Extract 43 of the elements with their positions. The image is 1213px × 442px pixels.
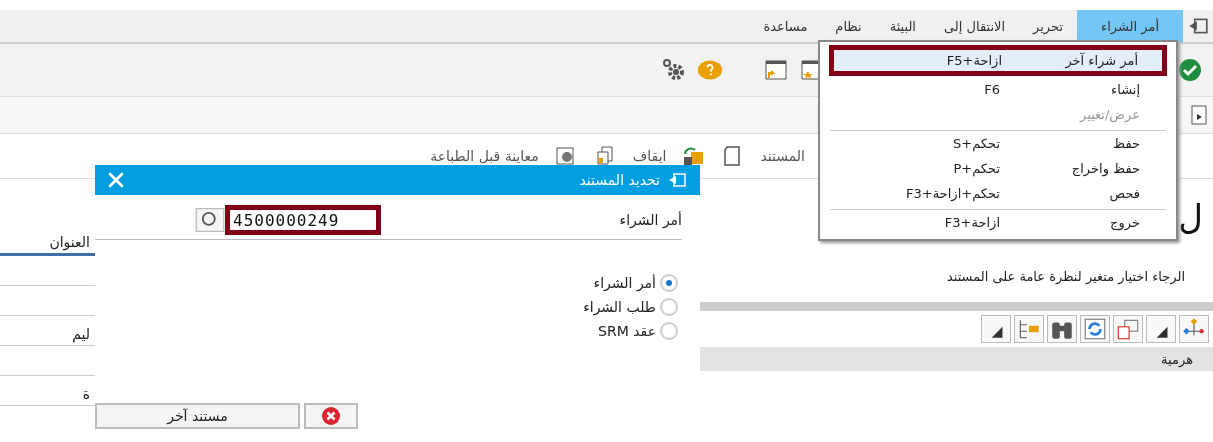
menu-option[interactable]: حفظ واخراج تحكم+P (830, 156, 1166, 181)
refresh-icon[interactable] (1080, 315, 1110, 343)
instruction-text: الرجاء اختيار متغير لنظرة عامة على المستند (946, 269, 1185, 284)
form-label: العنوان (49, 234, 90, 253)
overlap-squares-icon[interactable] (1113, 315, 1143, 343)
menu-item[interactable]: البيئة (875, 10, 930, 42)
hierarchy-icon[interactable] (1179, 315, 1209, 343)
tree-columns-icon[interactable] (1014, 315, 1044, 343)
check-icon[interactable] (1177, 58, 1203, 82)
menu-item[interactable]: الانتقال إلى (929, 10, 1020, 42)
toolbar-button[interactable]: ايقاف (632, 148, 667, 164)
menu-item[interactable]: أمر الشراء (1077, 10, 1183, 42)
radio-label: أمر الشراء (593, 275, 656, 291)
menu-item[interactable]: مساعدة (749, 10, 822, 42)
other-document-button[interactable]: مستند آخر (95, 403, 300, 429)
radio-label: طلب الشراء (583, 299, 656, 315)
cancel-button[interactable] (304, 403, 358, 429)
radio-button[interactable] (660, 322, 678, 340)
field-label: أمر الشراء (619, 212, 682, 228)
menu-option[interactable]: أمر شراء آخر ازاحة+F5 (832, 48, 1164, 73)
menu-option[interactable]: فحص تحكم+ازاحة+F3 (830, 181, 1166, 206)
document-icon[interactable] (1191, 105, 1207, 125)
exit-icon[interactable] (1187, 17, 1209, 35)
toolbar-button[interactable]: معاينة قبل الطباعة (430, 148, 539, 164)
radio-button[interactable] (660, 274, 678, 292)
menu-option[interactable]: حفظ تحكم+S (830, 130, 1166, 156)
form-label: ة (82, 386, 90, 404)
cancel-icon (321, 406, 341, 426)
menu-item[interactable]: تحرير (1019, 10, 1078, 42)
menu-item[interactable]: نظام (821, 10, 876, 42)
close-icon[interactable] (107, 171, 125, 189)
search-icon[interactable] (195, 208, 225, 232)
form-label: ليم (72, 326, 90, 345)
menu-option[interactable]: خروج ازاحة+F3 (830, 209, 1166, 235)
toolbar-button[interactable]: المستند (760, 148, 805, 164)
radio-label: عقد SRM (598, 323, 656, 339)
dialog-title: تحديد المستند (579, 172, 660, 188)
settings-icon[interactable] (661, 58, 687, 82)
page-heading: ل (1178, 197, 1203, 239)
binoculars-icon[interactable] (1047, 315, 1077, 343)
input-field[interactable]: 4500000249 (225, 205, 381, 235)
radio-button[interactable] (660, 298, 678, 316)
column-header[interactable]: هرمية (700, 347, 1213, 371)
